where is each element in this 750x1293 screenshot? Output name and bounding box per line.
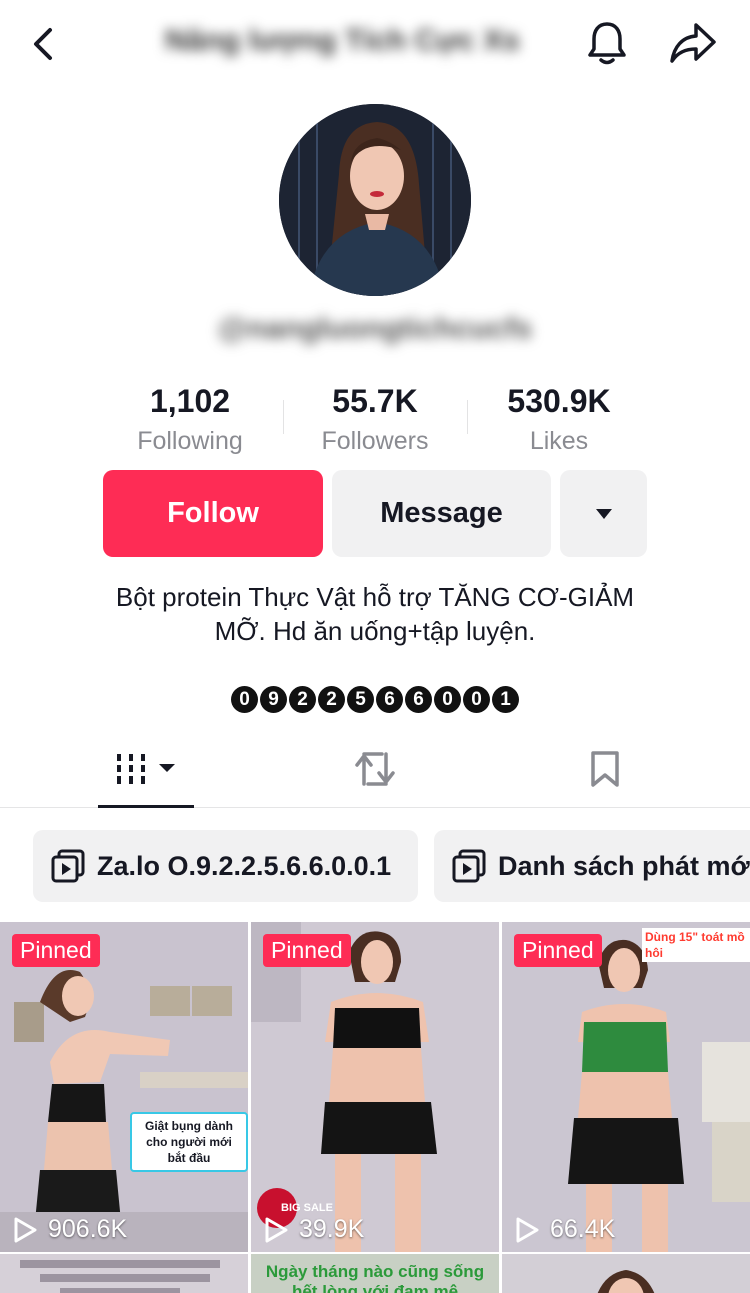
playlist-icon	[51, 849, 85, 883]
phone-digit: 1	[492, 686, 519, 713]
view-count: 906.6K	[12, 1215, 127, 1244]
phone-digit: 6	[405, 686, 432, 713]
video-thumbnail[interactable]	[502, 1254, 750, 1293]
share-arrow-icon	[670, 23, 716, 63]
profile-actions: Follow Message	[0, 470, 750, 558]
video-caption: Dùng 15" toát mồ hôi	[642, 928, 750, 962]
phone-digit: 0	[463, 686, 490, 713]
view-count-value: 66.4K	[550, 1215, 616, 1243]
likes-label: Likes	[529, 427, 589, 455]
chevron-left-icon	[34, 28, 52, 60]
bell-icon	[588, 22, 626, 65]
tab-videos[interactable]	[98, 730, 194, 808]
avatar-photo	[279, 104, 471, 296]
video-thumbnail[interactable]: BIG SALE Pinned 39.9K	[251, 922, 499, 1252]
play-icon	[263, 1217, 289, 1243]
view-count-value: 39.9K	[299, 1215, 365, 1243]
play-icon	[514, 1217, 540, 1243]
bookmark-icon	[591, 751, 619, 787]
video-thumbnail-image	[502, 1254, 750, 1293]
playlists-row: Za.lo O.9.2.2.5.6.6.0.0.1 Danh sách phát…	[0, 830, 750, 902]
video-thumbnail[interactable]: Dùng 15" toát mồ hôi Pinned 66.4K	[502, 922, 750, 1252]
phone-digit: 9	[260, 686, 287, 713]
pinned-badge: Pinned	[514, 934, 602, 967]
tab-reposts[interactable]	[340, 730, 410, 808]
likes-count: 530.9K	[507, 383, 611, 419]
video-thumbnail-image	[0, 922, 248, 1252]
content-tabs	[0, 730, 750, 808]
playlist-chip[interactable]: Za.lo O.9.2.2.5.6.6.0.0.1	[33, 830, 418, 902]
video-thumbnail[interactable]	[0, 1254, 248, 1293]
video-grid: Giật bụng dành cho người mới bắt đầu Pin…	[0, 922, 750, 1293]
avatar[interactable]	[279, 104, 471, 296]
phone-digit: 2	[289, 686, 316, 713]
playlist-icon	[452, 849, 486, 883]
following-label: Following	[137, 427, 243, 455]
phone-digit: 0	[231, 686, 258, 713]
view-count-value: 906.6K	[48, 1215, 128, 1243]
followers-count: 55.7K	[332, 383, 418, 419]
profile-title: Năng lượng Tích Cực Xs	[165, 24, 520, 57]
message-button[interactable]: Message	[332, 470, 551, 557]
tab-saved[interactable]	[570, 730, 640, 808]
phone-digit: 6	[376, 686, 403, 713]
stat-likes[interactable]: 530.9K Likes	[467, 378, 651, 458]
video-caption: Ngày tháng nào cũng sống hết lòng với đa…	[265, 1262, 485, 1293]
pinned-badge: Pinned	[263, 934, 351, 967]
video-thumbnail-image	[502, 922, 750, 1252]
phone-digit: 5	[347, 686, 374, 713]
username-handle: @nangluongtichcucfs	[217, 312, 533, 345]
suggested-accounts-button[interactable]	[560, 470, 647, 557]
video-thumbnail[interactable]: Giật bụng dành cho người mới bắt đầu Pin…	[0, 922, 248, 1252]
phone-digit: 2	[318, 686, 345, 713]
active-tab-indicator	[98, 805, 194, 808]
playlist-label: Danh sách phát mới	[498, 850, 750, 881]
video-caption: Giật bụng dành cho người mới bắt đầu	[130, 1112, 248, 1172]
followers-label: Followers	[321, 427, 429, 455]
view-count: 66.4K	[514, 1215, 615, 1244]
bio-line-1: Bột protein Thực Vật hỗ trợ TĂNG CƠ-GIẢM	[115, 582, 635, 612]
bio-line-2: MỠ. Hd ăn uống+tập luyện.	[214, 616, 536, 646]
video-caption: BIG SALE	[281, 1202, 333, 1214]
stat-following[interactable]: 1,102 Following	[98, 378, 282, 458]
following-count: 1,102	[149, 383, 231, 419]
grid-bars-icon	[117, 754, 175, 784]
back-button[interactable]	[22, 22, 66, 66]
playlist-label: Za.lo O.9.2.2.5.6.6.0.0.1	[97, 850, 392, 881]
profile-bio: Bột protein Thực Vật hỗ trợ TĂNG CƠ-GIẢM…	[60, 580, 690, 648]
notification-bell-button[interactable]	[582, 18, 632, 68]
video-thumbnail[interactable]: Ngày tháng nào cũng sống hết lòng với đa…	[251, 1254, 499, 1293]
bio-phone-number: 0 9 2 2 5 6 6 0 0 1	[0, 686, 750, 716]
play-icon	[12, 1217, 38, 1243]
profile-stats: 1,102 Following 55.7K Followers 530.9K L…	[0, 378, 750, 462]
phone-digit: 0	[434, 686, 461, 713]
playlist-chip[interactable]: Danh sách phát mới	[434, 830, 750, 902]
view-count: 39.9K	[263, 1215, 364, 1244]
stat-followers[interactable]: 55.7K Followers	[283, 378, 467, 458]
repost-icon	[355, 752, 395, 786]
video-thumbnail-image	[0, 1254, 248, 1293]
pinned-badge: Pinned	[12, 934, 100, 967]
caret-down-icon	[595, 508, 612, 519]
top-bar: Năng lượng Tích Cực Xs	[0, 0, 750, 92]
share-button[interactable]	[666, 18, 720, 68]
follow-button[interactable]: Follow	[103, 470, 323, 557]
